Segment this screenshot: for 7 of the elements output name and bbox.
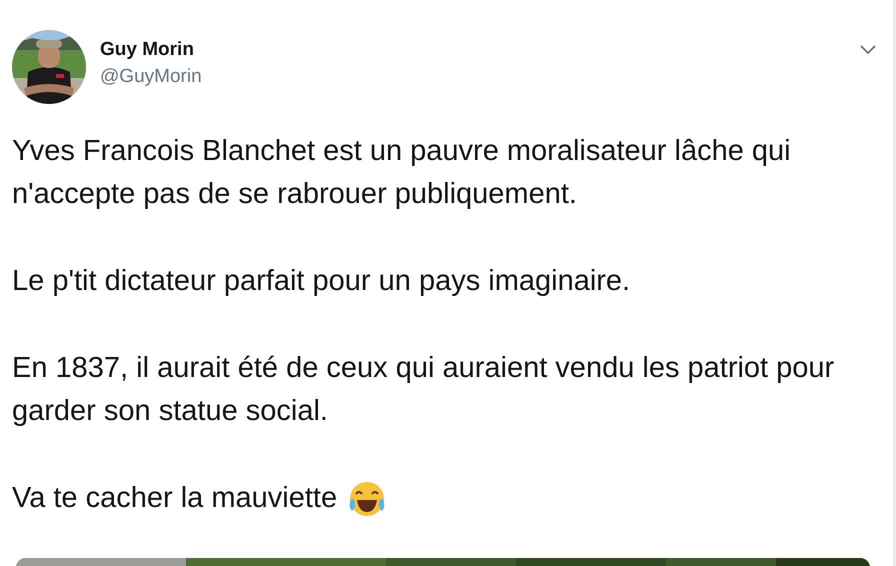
tweet-text: En 1837, il aurait été de ceux qui auraient vendu les patriot pour garder son statue social.: [12, 351, 836, 429]
tweet-text: Yves Francois Blanchet est un pauvre moralisateur lâche qui n'accepte pas de se rabrouer publiquement.: [12, 134, 792, 212]
author-name[interactable]: Guy Morin: [100, 38, 202, 62]
tweet-text: Le p'tit dictateur parfait pour un pays imaginaire.: [12, 264, 632, 299]
tweet-text: Va te cacher la mauviette: [12, 481, 338, 516]
author-handle[interactable]: @GuyMorin: [100, 65, 202, 89]
caret-icon[interactable]: [860, 45, 876, 55]
